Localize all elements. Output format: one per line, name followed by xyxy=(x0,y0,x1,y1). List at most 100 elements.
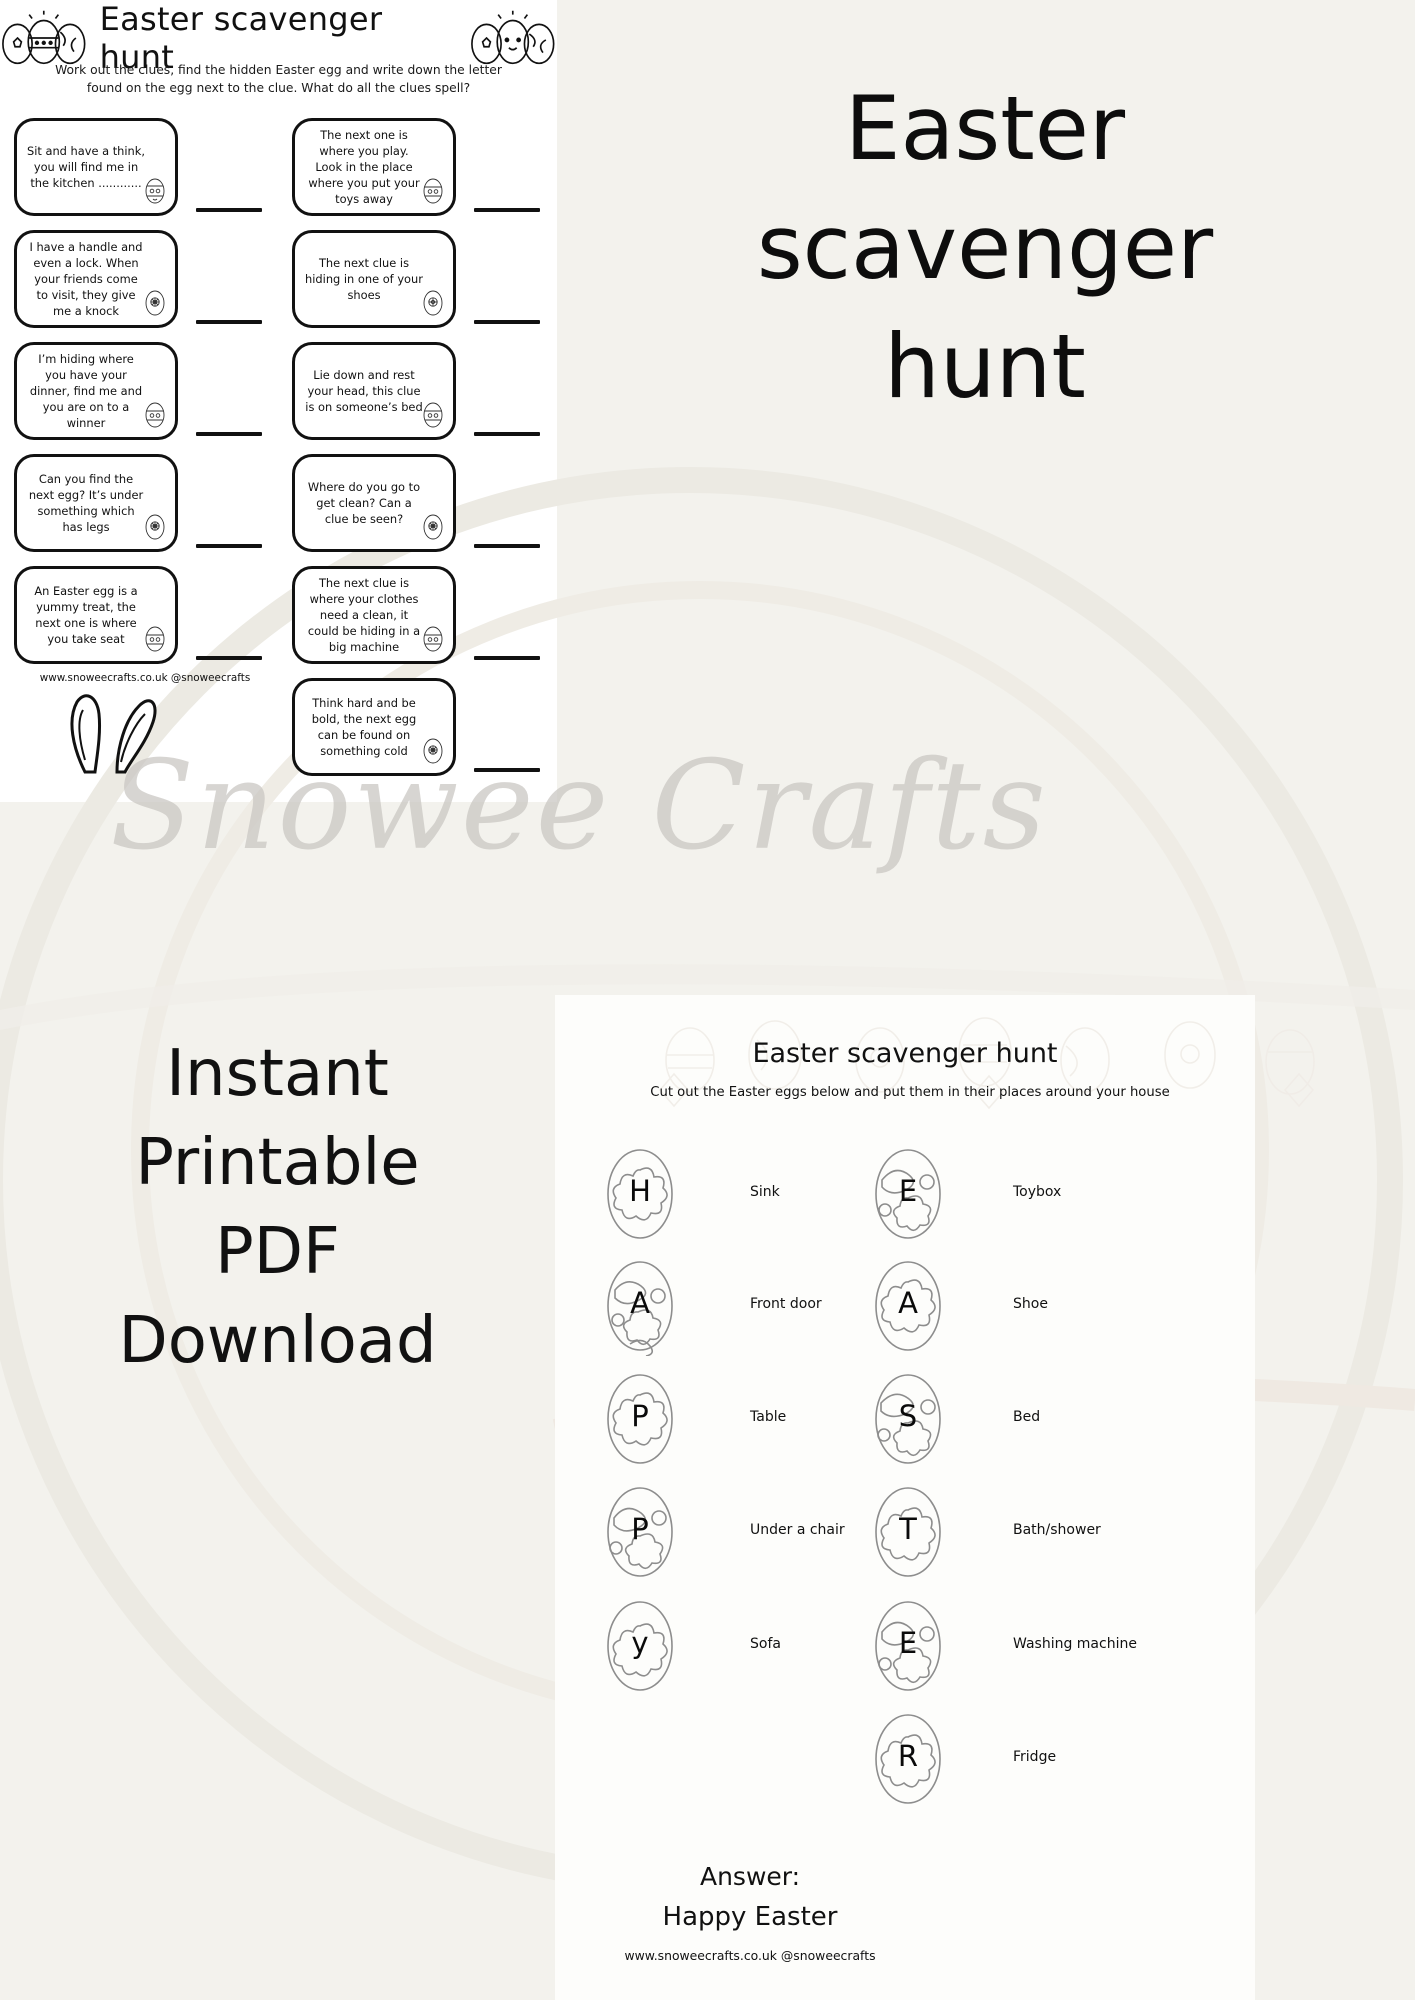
cutout-egg[interactable]: E xyxy=(868,1140,948,1244)
egg-letter: A xyxy=(898,1286,918,1320)
cutout-egg[interactable]: P xyxy=(600,1478,680,1582)
answer-blank[interactable] xyxy=(196,208,262,212)
promo-text: Instant Printable PDF Download xyxy=(30,1030,525,1386)
egg-label: Washing machine xyxy=(1013,1636,1137,1652)
egg-letter: T xyxy=(899,1512,917,1546)
clue-card: I’m hiding where you have your dinner, f… xyxy=(14,342,178,440)
sheet1-instructions: Work out the clues, find the hidden East… xyxy=(55,63,502,95)
cutout-egg[interactable]: S xyxy=(868,1365,948,1469)
egg-label: Sink xyxy=(750,1184,780,1200)
egg-row: E Toybox xyxy=(868,1140,1061,1244)
egg-label: Fridge xyxy=(1013,1749,1057,1765)
cutout-egg[interactable]: A xyxy=(868,1252,948,1356)
answer-blank[interactable] xyxy=(196,656,262,660)
clue-card: An Easter egg is a yummy treat, the next… xyxy=(14,566,178,664)
sheet-clues: Easter scavenger hunt Work out the clues… xyxy=(0,0,557,802)
cutout-egg[interactable]: T xyxy=(868,1478,948,1582)
clue-text: Lie down and rest your head, this clue i… xyxy=(305,367,423,415)
egg-row: R Fridge xyxy=(868,1705,1056,1809)
egg-label: Under a chair xyxy=(750,1522,845,1538)
promo-line: Printable xyxy=(135,1125,420,1200)
egg-icon xyxy=(145,402,165,428)
egg-icon xyxy=(145,514,165,540)
answer-blank[interactable] xyxy=(474,544,540,548)
clue-card: The next clue is where your clothes need… xyxy=(292,566,456,664)
egg-letter: E xyxy=(898,1626,918,1660)
answer-blank[interactable] xyxy=(474,656,540,660)
egg-icon xyxy=(145,178,165,204)
clue-text: The next clue is where your clothes need… xyxy=(307,575,421,655)
egg-row: T Bath/shower xyxy=(868,1478,1101,1582)
cutout-egg[interactable]: P xyxy=(600,1365,680,1469)
egg-letter: P xyxy=(631,1399,649,1433)
clue-text: I have a handle and even a lock. When yo… xyxy=(29,239,143,319)
clue-text: Sit and have a think, you will find me i… xyxy=(27,143,145,191)
egg-icon xyxy=(423,514,443,540)
answer-blank[interactable] xyxy=(196,544,262,548)
egg-label: Front door xyxy=(750,1296,822,1312)
cutout-egg[interactable]: A xyxy=(600,1252,680,1357)
cutout-egg[interactable]: R xyxy=(868,1705,948,1809)
cutout-egg[interactable]: y xyxy=(600,1592,680,1696)
promo-line: Download xyxy=(118,1303,437,1378)
hero-title-line: Easter xyxy=(844,77,1126,180)
egg-label: Bed xyxy=(1013,1409,1041,1425)
egg-row: S Bed xyxy=(868,1365,1040,1469)
clue-card: Think hard and be bold, the next egg can… xyxy=(292,678,456,776)
egg-icon xyxy=(423,178,443,204)
egg-icon xyxy=(145,290,165,316)
egg-label: Toybox xyxy=(1013,1184,1062,1200)
egg-label: Shoe xyxy=(1013,1296,1048,1312)
hero-title-line: hunt xyxy=(884,314,1086,418)
egg-icon xyxy=(145,626,165,652)
egg-icon xyxy=(423,738,443,764)
egg-row: P Under a chair xyxy=(600,1478,845,1582)
egg-letter: P xyxy=(631,1512,649,1546)
egg-label: Table xyxy=(750,1409,787,1425)
egg-letter: A xyxy=(630,1286,650,1320)
egg-row: A Shoe xyxy=(868,1252,1048,1356)
egg-row: A Front door xyxy=(600,1252,822,1357)
cutout-egg[interactable]: H xyxy=(600,1140,680,1244)
cutout-egg[interactable]: E xyxy=(868,1592,948,1696)
clue-card: I have a handle and even a lock. When yo… xyxy=(14,230,178,328)
promo-line: PDF xyxy=(215,1214,340,1289)
answer-blank[interactable] xyxy=(196,432,262,436)
clue-text: Where do you go to get clean? Can a clue… xyxy=(307,479,421,527)
easter-eggs-icon-2 xyxy=(471,10,555,65)
egg-label: Bath/shower xyxy=(1013,1522,1101,1538)
sheet2-instructions: Cut out the Easter eggs below and put th… xyxy=(650,1085,1170,1100)
clue-text: Can you find the next egg? It’s under so… xyxy=(28,471,144,535)
background-left-bottom xyxy=(0,800,560,2000)
clue-text: The next one is where you play. Look in … xyxy=(308,127,420,207)
clue-card: Lie down and rest your head, this clue i… xyxy=(292,342,456,440)
clue-text: The next clue is hiding in one of your s… xyxy=(305,255,423,303)
answer-blank[interactable] xyxy=(474,320,540,324)
clue-card: The next clue is hiding in one of your s… xyxy=(292,230,456,328)
egg-row: y Sofa xyxy=(600,1592,781,1696)
clue-card: Where do you go to get clean? Can a clue… xyxy=(292,454,456,552)
sheet1-header: Easter scavenger hunt xyxy=(0,0,557,76)
hero-title-line: scavenger xyxy=(756,195,1214,299)
egg-letter: E xyxy=(898,1174,918,1208)
sheet1-website: www.snoweecrafts.co.uk @snoweecrafts xyxy=(39,672,251,684)
answer-blank[interactable] xyxy=(474,208,540,212)
egg-label: Sofa xyxy=(750,1636,781,1652)
egg-icon xyxy=(423,290,443,316)
clue-text: An Easter egg is a yummy treat, the next… xyxy=(34,583,138,647)
egg-letter: H xyxy=(629,1174,651,1208)
sheet2-website: www.snoweecrafts.co.uk @snoweecrafts xyxy=(624,1948,876,1963)
egg-icon xyxy=(423,402,443,428)
easter-eggs-icon xyxy=(2,10,86,65)
answer-blank[interactable] xyxy=(474,432,540,436)
hero-title: Easter scavenger hunt xyxy=(600,70,1370,426)
clue-card: The next one is where you play. Look in … xyxy=(292,118,456,216)
egg-row: H Sink xyxy=(600,1140,780,1244)
poster-canvas: Snowee Crafts Easter scavenger hunt Work… xyxy=(0,0,1415,2000)
egg-letter: S xyxy=(898,1399,918,1433)
egg-row: E Washing machine xyxy=(868,1592,1137,1696)
answer-blank[interactable] xyxy=(196,320,262,324)
clue-card: Can you find the next egg? It’s under so… xyxy=(14,454,178,552)
answer-blank[interactable] xyxy=(474,768,540,772)
egg-letter: y xyxy=(631,1626,649,1660)
